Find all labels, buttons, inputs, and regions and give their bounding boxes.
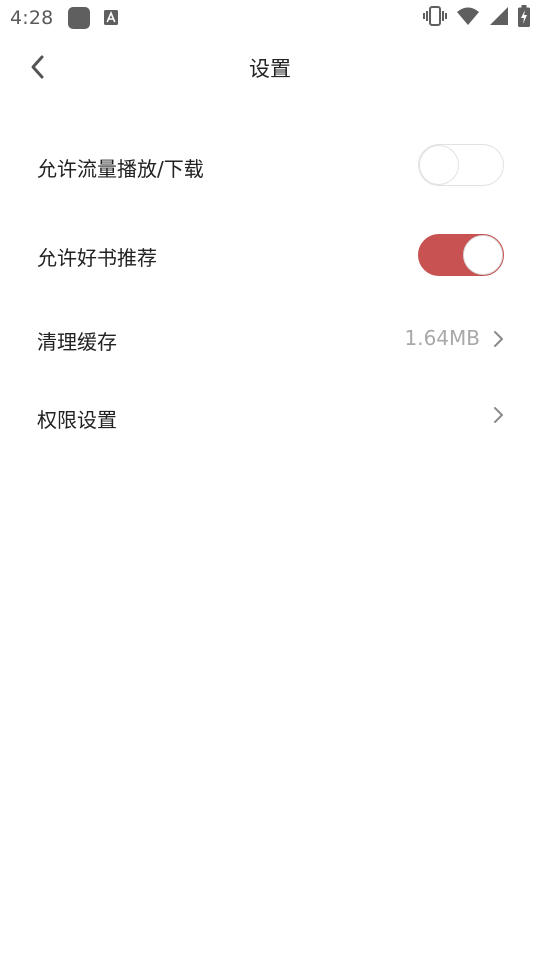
app-bar: 设置 bbox=[0, 36, 540, 98]
row-label: 清理缓存 bbox=[37, 330, 117, 354]
settings-row-permissions[interactable]: 权限设置 bbox=[0, 378, 540, 456]
row-label: 权限设置 bbox=[37, 408, 117, 432]
settings-screen: 4:28 设置 允许流量播放/下载 允许好书推荐 清理缓存 1.64MB 权限设… bbox=[0, 0, 540, 960]
status-bar: 4:28 bbox=[0, 0, 540, 36]
mobile-data-toggle[interactable] bbox=[418, 144, 504, 186]
toggle-knob bbox=[463, 235, 503, 275]
settings-row-clear-cache[interactable]: 清理缓存 1.64MB bbox=[0, 300, 540, 378]
toggle-knob bbox=[419, 145, 459, 185]
vibrate-icon bbox=[423, 6, 447, 30]
status-time: 4:28 bbox=[10, 7, 54, 29]
settings-row-mobile-data[interactable]: 允许流量播放/下载 bbox=[0, 120, 540, 210]
app-notification-icon bbox=[68, 7, 90, 29]
chevron-right-icon bbox=[494, 331, 503, 347]
wifi-icon bbox=[456, 6, 480, 30]
row-label: 允许流量播放/下载 bbox=[37, 157, 204, 181]
status-right-icons bbox=[423, 5, 530, 31]
signal-icon bbox=[489, 6, 509, 30]
book-recommendation-toggle[interactable] bbox=[418, 234, 504, 276]
row-label: 允许好书推荐 bbox=[37, 246, 157, 270]
page-title: 设置 bbox=[249, 57, 291, 81]
chevron-right-icon bbox=[494, 407, 503, 423]
cache-size-value: 1.64MB bbox=[404, 326, 480, 350]
battery-charging-icon bbox=[518, 5, 530, 31]
settings-row-book-recommendation[interactable]: 允许好书推荐 bbox=[0, 210, 540, 300]
a-keyboard-icon bbox=[104, 10, 118, 25]
